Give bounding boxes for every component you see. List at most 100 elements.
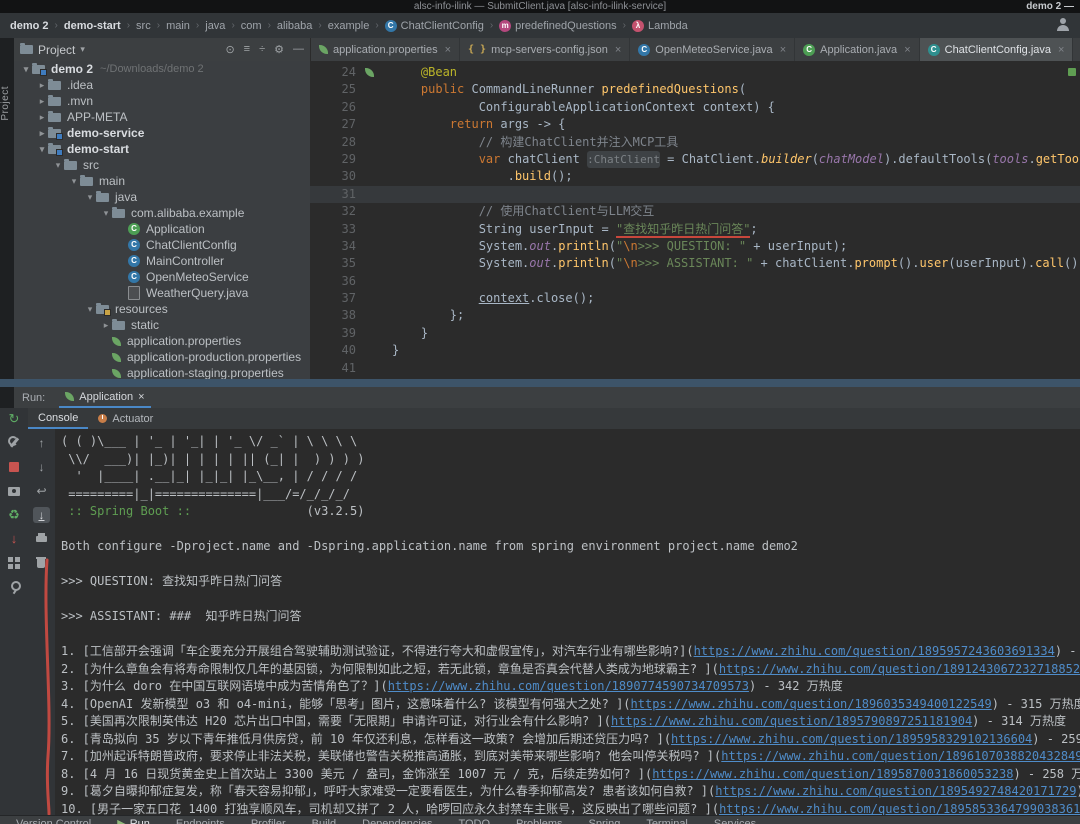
tree-row[interactable]: CMainController	[14, 253, 310, 269]
tree-chevron-icon[interactable]: ▾	[84, 192, 96, 203]
status-bar-item[interactable]: Version Control	[16, 816, 91, 824]
status-bar-item[interactable]: Endpoints	[176, 816, 225, 824]
editor-tab[interactable]: { }mcp-servers-config.json×	[460, 38, 630, 61]
close-icon[interactable]: ×	[1058, 44, 1064, 56]
tree-row[interactable]: ▸.idea	[14, 77, 310, 93]
tree-row[interactable]: ▾main	[14, 173, 310, 189]
zhihu-question-link[interactable]: https://www.zhihu.com/question/189587003…	[652, 767, 1013, 781]
tree-row[interactable]: ▾resources	[14, 301, 310, 317]
tree-chevron-icon[interactable]: ▾	[68, 176, 80, 187]
breadcrumb-item[interactable]: alibaba	[277, 20, 312, 32]
tree-row[interactable]: application.properties	[14, 333, 310, 349]
tree-row[interactable]: ▾demo-start	[14, 141, 310, 157]
tree-row[interactable]: CApplication	[14, 221, 310, 237]
zhihu-question-link[interactable]: https://www.zhihu.com/question/189595832…	[671, 732, 1032, 746]
zhihu-question-link[interactable]: https://www.zhihu.com/question/189610703…	[721, 749, 1080, 763]
tree-chevron-icon[interactable]: ▸	[36, 128, 48, 139]
status-bar-item[interactable]: Spring	[589, 816, 621, 824]
down-arrow-icon[interactable]: ↓	[33, 459, 50, 475]
collapse-all-icon[interactable]: ≡	[244, 43, 250, 56]
run-configuration-tab[interactable]: Application ×	[59, 387, 150, 408]
tree-chevron-icon[interactable]: ▸	[36, 80, 48, 91]
zhihu-question-link[interactable]: https://www.zhihu.com/question/189549274…	[715, 784, 1076, 798]
status-bar-item[interactable]: Problems	[516, 816, 562, 824]
bean-gutter-icon[interactable]	[365, 68, 374, 77]
tree-chevron-icon[interactable]: ▸	[36, 112, 48, 123]
tree-chevron-icon[interactable]: ▾	[20, 64, 32, 75]
settings-gear-icon[interactable]: ⚙	[274, 43, 284, 56]
chevron-down-icon[interactable]: ▾	[80, 44, 85, 55]
editor-tab[interactable]: IChatClient.java×	[1073, 38, 1080, 61]
soft-wrap-icon[interactable]: ↩	[33, 483, 50, 499]
status-bar-item[interactable]: Profiler	[251, 816, 286, 824]
tree-chevron-icon[interactable]: ▾	[100, 208, 112, 219]
status-bar-item[interactable]: TODO	[458, 816, 490, 824]
wrench-settings-icon[interactable]	[7, 436, 21, 450]
close-icon[interactable]: ×	[904, 44, 910, 56]
heap-dump-icon[interactable]: ↓	[7, 532, 21, 546]
breadcrumb-item[interactable]: main	[166, 20, 190, 32]
breadcrumb-item[interactable]: com	[241, 20, 262, 32]
tree-row[interactable]: ▾java	[14, 189, 310, 205]
tree-row[interactable]: WeatherQuery.java	[14, 285, 310, 301]
print-icon[interactable]	[33, 531, 50, 547]
tree-row[interactable]: ▸.mvn	[14, 93, 310, 109]
tree-row[interactable]: ▸static	[14, 317, 310, 333]
gc-icon[interactable]: ♻	[7, 508, 21, 522]
user-profile-icon[interactable]	[1056, 17, 1070, 31]
code-editor[interactable]: 24 @Bean25 public CommandLineRunner pred…	[310, 61, 1080, 379]
tree-chevron-icon[interactable]: ▾	[36, 144, 48, 155]
tree-row[interactable]: ▾com.alibaba.example	[14, 205, 310, 221]
console-tab[interactable]: Actuator	[88, 408, 163, 429]
project-panel-title[interactable]: Project	[38, 43, 75, 57]
zhihu-question-link[interactable]: https://www.zhihu.com/question/189077459…	[388, 679, 749, 693]
breadcrumb-item[interactable]: src	[136, 20, 151, 32]
status-bar-item[interactable]: ▶Run	[117, 816, 150, 824]
close-icon[interactable]: ×	[445, 44, 451, 56]
tree-row[interactable]: CChatClientConfig	[14, 237, 310, 253]
zhihu-question-link[interactable]: https://www.zhihu.com/question/189579089…	[611, 714, 972, 728]
tree-chevron-icon[interactable]: ▸	[100, 320, 112, 331]
close-icon[interactable]: ×	[138, 391, 144, 403]
clear-console-icon[interactable]	[33, 555, 50, 571]
split-icon[interactable]: ÷	[259, 43, 265, 56]
status-bar-item[interactable]: Build	[312, 816, 336, 824]
tree-row[interactable]: COpenMeteoService	[14, 269, 310, 285]
stripe-label-project[interactable]: Project	[0, 86, 14, 121]
tree-row[interactable]: ▾demo 2~/Downloads/demo 2	[14, 61, 310, 77]
editor-run-splitter[interactable]	[0, 379, 1080, 387]
locate-icon[interactable]: ⊙	[225, 43, 234, 56]
close-icon[interactable]: ×	[615, 44, 621, 56]
editor-tab[interactable]: CApplication.java×	[795, 38, 920, 61]
console-tab[interactable]: Console	[28, 408, 88, 429]
hide-panel-icon[interactable]: —	[293, 43, 304, 56]
tree-row[interactable]: application-production.properties	[14, 349, 310, 365]
breadcrumb-item[interactable]: CChatClientConfig	[385, 20, 484, 32]
tree-row[interactable]: application-staging.properties	[14, 365, 310, 379]
editor-tab[interactable]: COpenMeteoService.java×	[630, 38, 795, 61]
tree-chevron-icon[interactable]: ▸	[36, 96, 48, 107]
breadcrumb-item[interactable]: λLambda	[632, 20, 688, 32]
breadcrumb-item[interactable]: demo-start	[64, 20, 121, 32]
zhihu-question-link[interactable]: https://www.zhihu.com/question/189124306…	[719, 662, 1080, 676]
stop-icon[interactable]	[7, 460, 21, 474]
breadcrumb-item[interactable]: demo 2	[10, 20, 49, 32]
thread-dump-camera-icon[interactable]	[7, 484, 21, 498]
zhihu-question-link[interactable]: https://www.zhihu.com/question/189603534…	[631, 697, 992, 711]
inspection-status-icon[interactable]	[1068, 68, 1076, 76]
scroll-to-end-icon[interactable]: ↓	[33, 507, 50, 523]
status-bar-item[interactable]: Terminal	[646, 816, 688, 824]
editor-tab[interactable]: application.properties×	[311, 38, 460, 61]
breadcrumb-item[interactable]: example	[328, 20, 370, 32]
breadcrumb-item[interactable]: java	[205, 20, 225, 32]
close-icon[interactable]: ×	[780, 44, 786, 56]
zhihu-question-link[interactable]: https://www.zhihu.com/question/189595724…	[694, 644, 1055, 658]
status-bar-item[interactable]: Dependencies	[362, 816, 432, 824]
tree-chevron-icon[interactable]: ▾	[52, 160, 64, 171]
pin-icon[interactable]	[7, 580, 21, 594]
tree-chevron-icon[interactable]: ▾	[84, 304, 96, 315]
zhihu-question-link[interactable]: https://www.zhihu.com/question/189585336…	[719, 802, 1080, 816]
editor-tab[interactable]: CChatClientConfig.java×	[920, 38, 1074, 61]
status-bar-item[interactable]: Services	[714, 816, 756, 824]
tree-row[interactable]: ▾src	[14, 157, 310, 173]
